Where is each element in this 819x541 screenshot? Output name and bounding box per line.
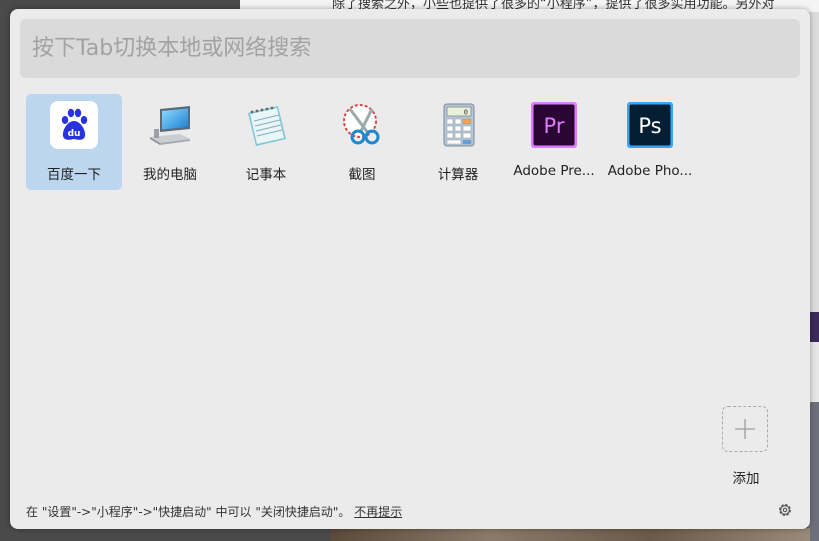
scissors-icon (338, 101, 386, 149)
add-app-label: 添加 (732, 471, 760, 487)
baidu-logo-text: du (68, 129, 81, 139)
premiere-icon: Pr (530, 101, 578, 149)
search-input[interactable] (20, 19, 800, 78)
app-label: 百度一下 (47, 167, 101, 183)
app-calculator[interactable]: 0 计算器 (410, 94, 506, 190)
add-app-button[interactable] (722, 406, 768, 452)
app-adobe-photoshop[interactable]: Ps Adobe Pho... (602, 94, 698, 190)
plus-icon (735, 419, 755, 439)
calculator-display-text: 0 (464, 109, 468, 117)
app-baidu[interactable]: du 百度一下 (26, 94, 122, 190)
premiere-logo-text: Pr (544, 114, 565, 138)
background-image-edge (330, 528, 810, 541)
calculator-icon: 0 (434, 101, 482, 149)
dont-show-again-link[interactable]: 不再提示 (354, 505, 402, 519)
quick-launch-panel: du 百度一下 (10, 9, 810, 529)
gear-icon[interactable] (777, 502, 793, 518)
app-my-computer[interactable]: 我的电脑 (122, 94, 218, 190)
app-label: 计算器 (437, 167, 479, 183)
app-label: Adobe Pre... (513, 163, 595, 179)
baidu-paw-icon: du (50, 101, 98, 149)
photoshop-logo-text: Ps (638, 114, 661, 138)
app-label: 截图 (348, 167, 376, 183)
notepad-icon (242, 101, 290, 149)
computer-icon (146, 101, 194, 149)
photoshop-icon: Ps (626, 101, 674, 149)
app-adobe-premiere[interactable]: Pr Adobe Pre... (506, 94, 602, 190)
app-label: 我的电脑 (143, 167, 197, 183)
app-screenshot[interactable]: 截图 (314, 94, 410, 190)
app-label: 记事本 (245, 167, 287, 183)
app-label: Adobe Pho... (607, 163, 693, 179)
app-notepad[interactable]: 记事本 (218, 94, 314, 190)
footer-hint: 在 "设置"->"小程序"->"快捷启动" 中可以 "关闭快捷启动"。 不再提示 (26, 503, 402, 520)
footer-hint-text: 在 "设置"->"小程序"->"快捷启动" 中可以 "关闭快捷启动"。 (26, 505, 351, 519)
